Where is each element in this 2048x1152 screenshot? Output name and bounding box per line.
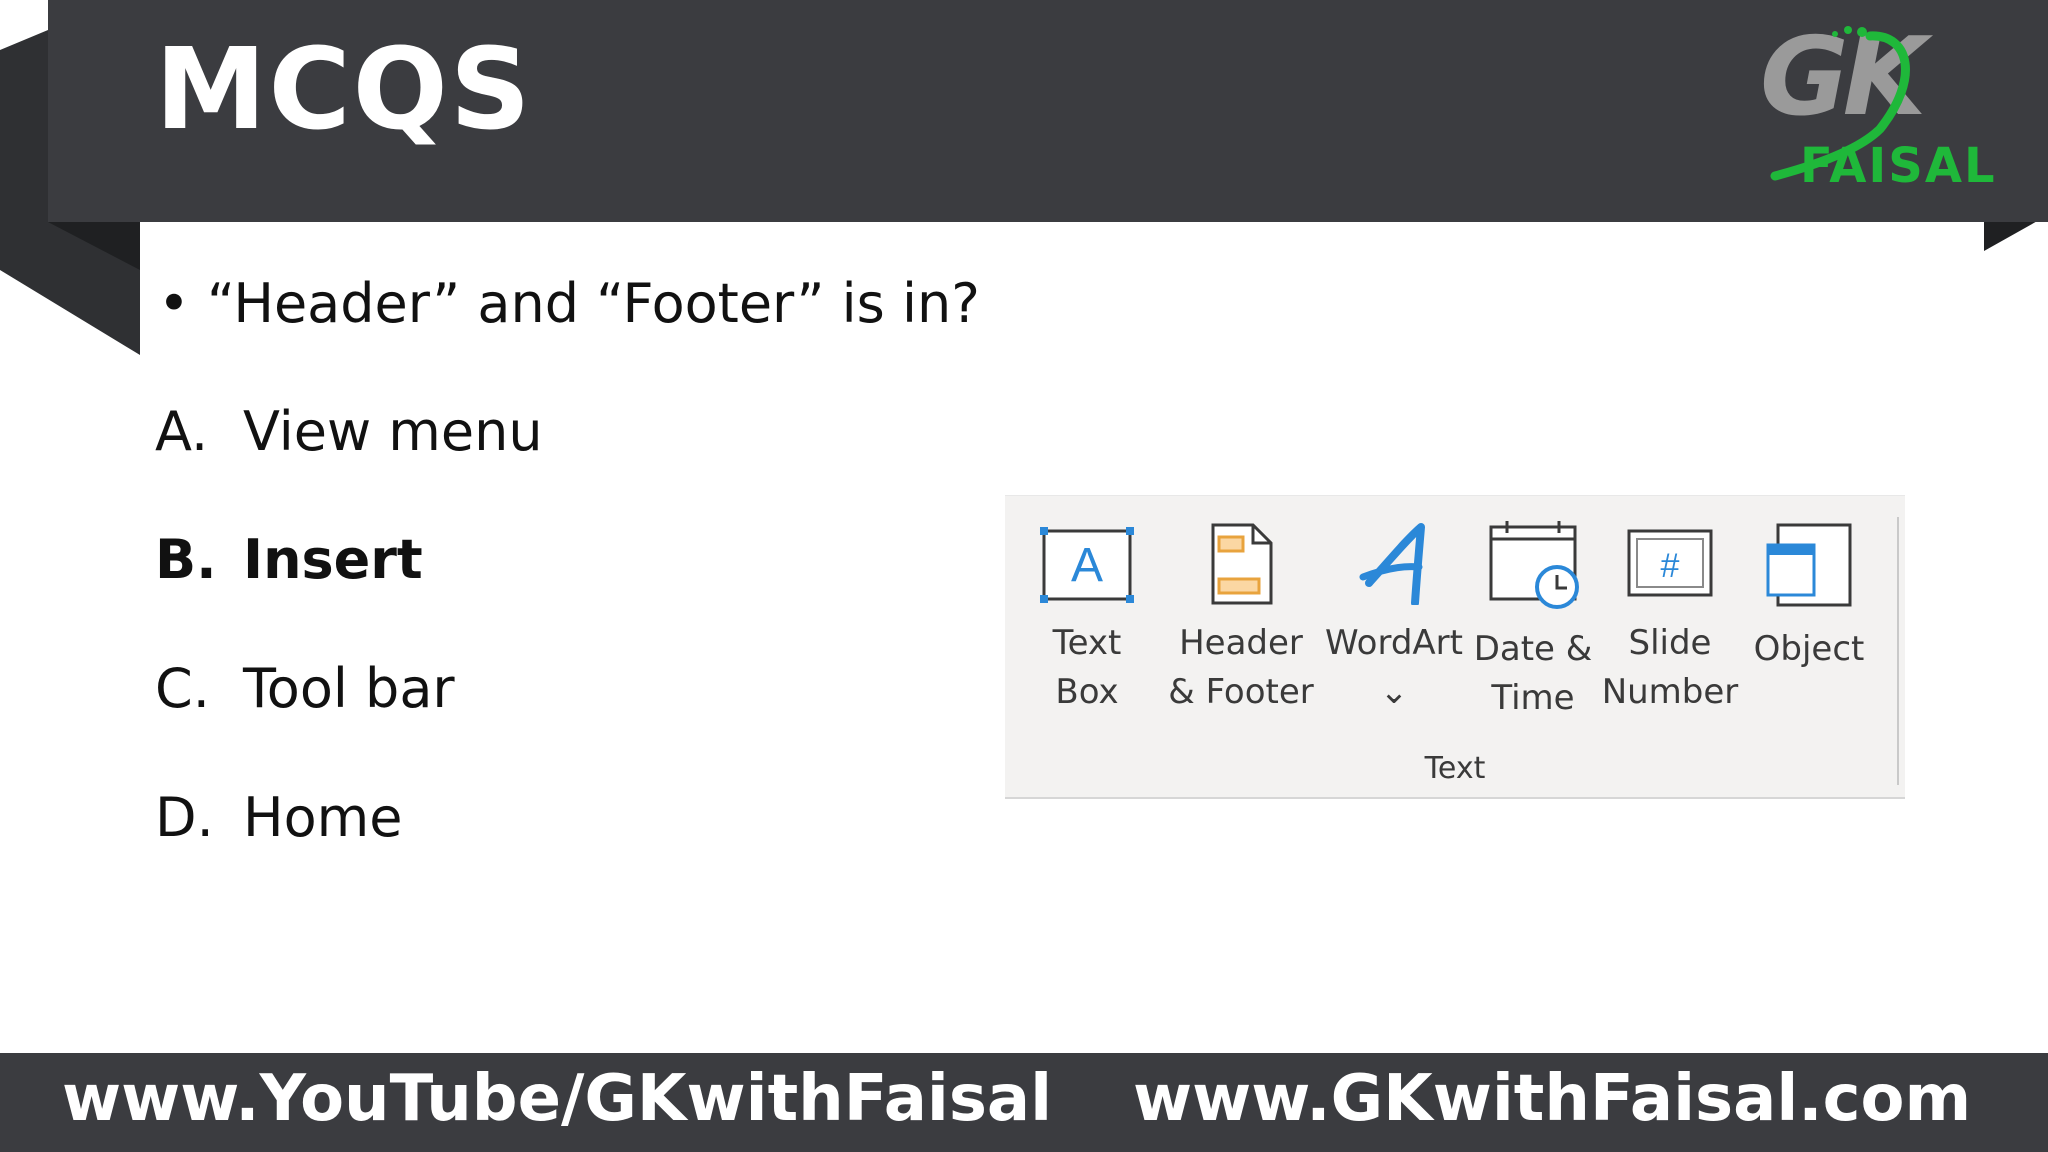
button-label: Text Box [1052, 623, 1122, 712]
header-footer-button[interactable]: Header & Footer [1165, 521, 1317, 717]
option-text: View menu [243, 400, 543, 463]
wordart-button[interactable]: WordArt ⌄ [1323, 521, 1465, 717]
option-letter: D. [155, 786, 214, 849]
page-title: MCQS [155, 25, 533, 155]
option-letter: B. [155, 528, 217, 591]
channel-logo: GK FAISAL [1760, 24, 2010, 194]
button-label: WordArt ⌄ [1323, 619, 1465, 717]
object-button[interactable]: Object [1753, 521, 1865, 674]
button-label: Date & Time [1473, 629, 1593, 718]
date-time-icon [1489, 521, 1579, 609]
slide-number-button[interactable]: # Slide Number [1600, 521, 1740, 717]
slide-number-icon: # [1627, 529, 1713, 597]
ribbon-divider [1897, 517, 1899, 785]
option-text: Home [243, 786, 403, 849]
option-letter: A. [155, 400, 209, 463]
ribbon-group-label: Text [1424, 751, 1486, 786]
option-b: B. Insert [155, 528, 423, 591]
date-time-button[interactable]: Date & Time [1471, 521, 1595, 723]
header-footer-icon [1211, 523, 1273, 605]
question-bullet: • [158, 272, 190, 335]
button-label: Header & Footer [1168, 623, 1314, 712]
svg-text:#: # [1661, 547, 1680, 585]
ribbon-text-group: A Text Box Header & Footer WordArt ⌄ Dat… [1005, 495, 1905, 799]
option-d: D. Home [155, 786, 403, 849]
wordart-icon [1359, 523, 1425, 605]
text-box-icon: A [1040, 527, 1134, 603]
footer-bar: www.YouTube/GKwithFaisal www.GKwithFaisa… [0, 1053, 2048, 1152]
object-icon [1766, 523, 1852, 607]
text-box-button[interactable]: A Text Box [1037, 521, 1137, 717]
svg-text:A: A [1071, 539, 1103, 592]
button-label: Object [1753, 629, 1865, 669]
option-text: Insert [243, 528, 423, 591]
question-label: “Header” and “Footer” is in? [207, 272, 980, 335]
option-letter: C. [155, 657, 210, 720]
question-text: • “Header” and “Footer” is in? [158, 274, 980, 333]
chevron-down-icon: ⌄ [1379, 672, 1409, 712]
option-c: C. Tool bar [155, 657, 455, 720]
option-text: Tool bar [243, 657, 455, 720]
website-link[interactable]: www.GKwithFaisal.com [1133, 1067, 1971, 1131]
option-a: A. View menu [155, 400, 543, 463]
logo-name: FAISAL [1800, 138, 1997, 194]
button-label: Slide Number [1601, 623, 1739, 712]
youtube-link[interactable]: www.YouTube/GKwithFaisal [62, 1067, 1052, 1131]
